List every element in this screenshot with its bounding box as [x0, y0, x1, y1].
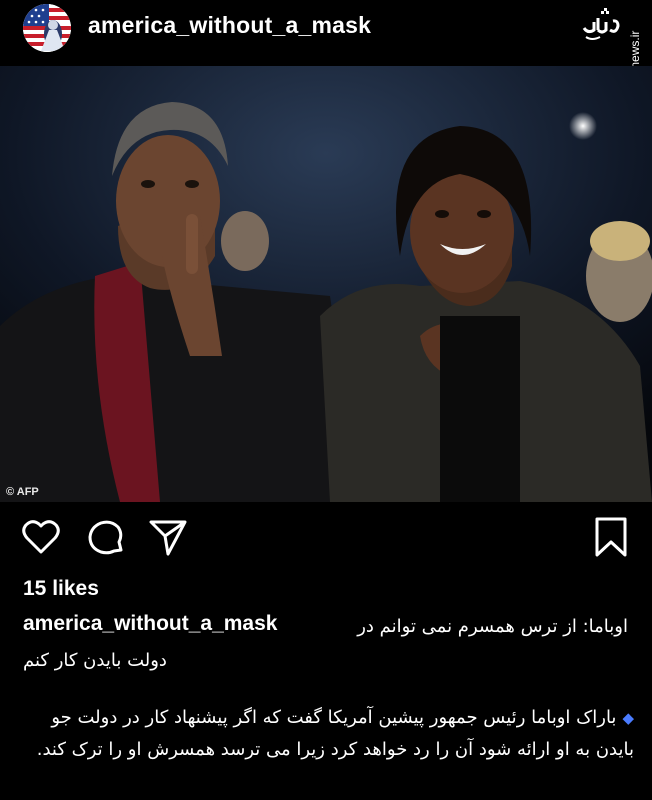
caption-text-line1: اوباما: از ترس همسرم نمی توانم در — [357, 616, 628, 637]
caption-body-text: باراک اوباما رئیس جمهور پیشین آمریکا گفت… — [36, 707, 634, 760]
photo-credit: © AFP — [6, 486, 39, 498]
action-bar — [0, 512, 652, 562]
caption: america_without_a_mask اوباما: از ترس هم… — [23, 612, 628, 642]
post-photo[interactable] — [0, 66, 652, 502]
post-header: america_without_a_mask mashreghnews.ir — [0, 0, 652, 122]
caption-username[interactable]: america_without_a_mask — [23, 612, 277, 636]
send-icon[interactable] — [148, 518, 188, 556]
heart-icon[interactable] — [21, 518, 61, 556]
username[interactable]: america_without_a_mask — [88, 12, 371, 39]
avatar[interactable] — [23, 4, 71, 52]
likes-count[interactable]: 15 likes — [23, 577, 99, 601]
bookmark-icon[interactable] — [594, 516, 628, 558]
caption-body: ◆باراک اوباما رئیس جمهور پیشین آمریکا گف… — [14, 702, 634, 766]
comment-icon[interactable] — [86, 518, 126, 558]
blue-diamond-icon: ◆ — [622, 709, 634, 727]
watermark-logo — [582, 8, 620, 40]
caption-text-line2: دولت بایدن کار کنم — [23, 650, 167, 671]
